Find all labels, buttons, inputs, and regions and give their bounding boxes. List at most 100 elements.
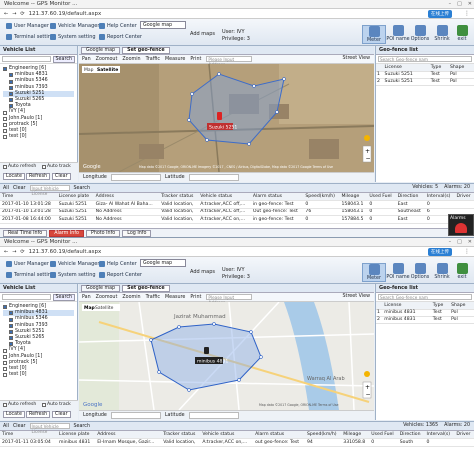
vehicle-label[interactable]: minibus 4831: [197, 359, 228, 365]
poi-name-button[interactable]: POI name: [386, 25, 410, 44]
back-icon[interactable]: ←: [4, 11, 8, 17]
upload-badge[interactable]: 在线上传: [428, 248, 452, 256]
pegman-icon[interactable]: [364, 135, 370, 141]
back-icon[interactable]: ←: [4, 249, 8, 255]
tree-checkbox[interactable]: [3, 129, 7, 134]
all-button[interactable]: All: [3, 424, 9, 429]
upload-badge[interactable]: 在线上传: [428, 10, 452, 18]
tree-checkbox[interactable]: [3, 348, 7, 353]
zoom-out-icon[interactable]: −: [366, 156, 371, 163]
measure-tool[interactable]: Measure: [165, 57, 185, 62]
info-tab[interactable]: Photo Info: [85, 229, 121, 237]
traffic-tool[interactable]: Traffic: [146, 57, 160, 62]
url-text[interactable]: 121.37.60.19/default.aspx: [29, 249, 102, 255]
meter-button[interactable]: Meter: [362, 25, 386, 44]
info-tab[interactable]: Alarm Info: [49, 229, 84, 237]
tree-checkbox[interactable]: [9, 317, 13, 322]
tree-node[interactable]: test [0]: [3, 372, 74, 378]
auto-track-option[interactable]: Auto track: [42, 402, 71, 407]
table-row[interactable]: 2 Suzuki 5251 Test Pol: [376, 78, 474, 86]
meter-button[interactable]: Meter: [362, 263, 386, 282]
auto-refresh-checkbox[interactable]: [3, 164, 7, 169]
table-row[interactable]: 1 Suzuki 5251 Test Pol: [376, 71, 474, 79]
table-row[interactable]: 2017-01-11 03:05:04 minibus 4831 El-Imam M…: [0, 438, 474, 447]
satellite-mode-button[interactable]: Satellite: [95, 305, 114, 311]
license-filter-input[interactable]: Input Vehicle License: [29, 423, 70, 434]
clear-alarms-button[interactable]: Clear: [13, 424, 26, 429]
refresh-button[interactable]: Refresh: [26, 411, 51, 418]
road-map[interactable]: Jazirat Muhammad Warraq Al Arab minibus …: [79, 302, 374, 410]
maximize-icon[interactable]: □: [457, 1, 462, 7]
auto-track-checkbox[interactable]: [42, 164, 46, 169]
tree-checkbox[interactable]: [3, 110, 7, 115]
close-icon[interactable]: ✕: [468, 1, 472, 7]
auto-refresh-option[interactable]: Auto refresh: [3, 164, 36, 169]
address-bar[interactable]: ← → ⟳ 121.37.60.19/default.aspx 在线上传 ⋮: [0, 247, 474, 257]
tree-checkbox[interactable]: [9, 91, 13, 96]
tree-checkbox[interactable]: [9, 73, 13, 78]
alarm-search-button[interactable]: Search: [74, 424, 90, 429]
license-filter-input[interactable]: Input Vehicle License: [29, 185, 70, 196]
table-row[interactable]: 2017-01-08 16:44:00 Suzuki 5251 No Address…: [0, 215, 474, 224]
zoom-out-icon[interactable]: −: [366, 392, 371, 399]
zoom-controls[interactable]: + −: [362, 145, 372, 163]
zoom-in-icon[interactable]: +: [365, 148, 370, 155]
locate-button[interactable]: Locate: [3, 173, 25, 180]
zoom-controls[interactable]: + −: [362, 381, 372, 399]
zoomin-tool[interactable]: Zoomin: [122, 295, 140, 300]
all-button[interactable]: All: [3, 186, 9, 191]
table-row[interactable]: 2 minibus 4831 Test Pol: [376, 316, 474, 324]
pegman-icon[interactable]: [364, 371, 370, 377]
vehicle-manager-button[interactable]: Vehicle Manager: [48, 259, 101, 268]
tree-checkbox[interactable]: [3, 367, 7, 372]
tab-set-geo-fence[interactable]: Set geo-fence: [122, 46, 170, 54]
map-type-select[interactable]: Google map: [140, 259, 186, 267]
tree-node[interactable]: test [0]: [3, 134, 74, 140]
print-tool[interactable]: Print: [190, 57, 201, 62]
options-button[interactable]: Options: [408, 263, 432, 282]
tree-checkbox[interactable]: [9, 98, 13, 103]
alarm-popup[interactable]: Alarms: [448, 214, 474, 236]
close-icon[interactable]: ✕: [468, 239, 472, 245]
tab-set-geo-fence[interactable]: Set geo-fence: [122, 284, 170, 292]
vehicle-search-input[interactable]: [2, 56, 51, 62]
map-mode-button[interactable]: Map: [84, 67, 94, 73]
address-bar[interactable]: ← → ⟳ 121.37.60.19/default.aspx 在线上传 ⋮: [0, 9, 474, 19]
user-manager-button[interactable]: User Manager: [4, 21, 51, 30]
info-tab[interactable]: Real Time Info: [3, 229, 48, 237]
tab-google-map[interactable]: Google map: [81, 284, 121, 292]
forward-icon[interactable]: →: [12, 249, 16, 255]
street-view-toggle[interactable]: Street View: [343, 294, 370, 299]
maximize-icon[interactable]: □: [457, 239, 462, 245]
map-type-select[interactable]: Google map: [140, 21, 186, 29]
vehicle-search-input[interactable]: [2, 294, 51, 300]
auto-track-option[interactable]: Auto track: [42, 164, 71, 169]
vehicle-search-button[interactable]: Search: [52, 293, 75, 301]
tree-checkbox[interactable]: [3, 67, 7, 72]
reload-icon[interactable]: ⟳: [20, 249, 24, 255]
clear-alarms-button[interactable]: Clear: [13, 186, 26, 191]
locate-button[interactable]: Locate: [3, 411, 25, 418]
report-center-button[interactable]: Report Center: [97, 32, 144, 41]
alarm-search-button[interactable]: Search: [74, 186, 90, 191]
help-center-button[interactable]: Help Center: [97, 21, 139, 30]
zoom-in-icon[interactable]: +: [365, 384, 370, 391]
menu-icon[interactable]: ⋮: [464, 248, 470, 255]
clear-button[interactable]: Clear: [52, 411, 71, 418]
minimize-icon[interactable]: –: [449, 1, 452, 7]
menu-icon[interactable]: ⋮: [464, 10, 470, 17]
print-tool[interactable]: Print: [190, 295, 201, 300]
address-input[interactable]: Please Input Address: [206, 294, 253, 305]
tree-checkbox[interactable]: [3, 116, 7, 121]
add-maps-button[interactable]: Add maps: [190, 31, 215, 37]
tree-checkbox[interactable]: [9, 323, 13, 328]
minimize-icon[interactable]: –: [449, 239, 452, 245]
table-row[interactable]: 2017-01-10 13:01:28 Suzuki 5251 No Address…: [0, 208, 474, 216]
vehicle-manager-button[interactable]: Vehicle Manager: [48, 21, 101, 30]
longitude-field[interactable]: [110, 412, 161, 419]
latitude-field[interactable]: [188, 412, 239, 419]
clear-button[interactable]: Clear: [52, 173, 71, 180]
tree-checkbox[interactable]: [9, 104, 13, 109]
help-center-button[interactable]: Help Center: [97, 259, 139, 268]
vehicle-search-button[interactable]: Search: [52, 55, 75, 63]
